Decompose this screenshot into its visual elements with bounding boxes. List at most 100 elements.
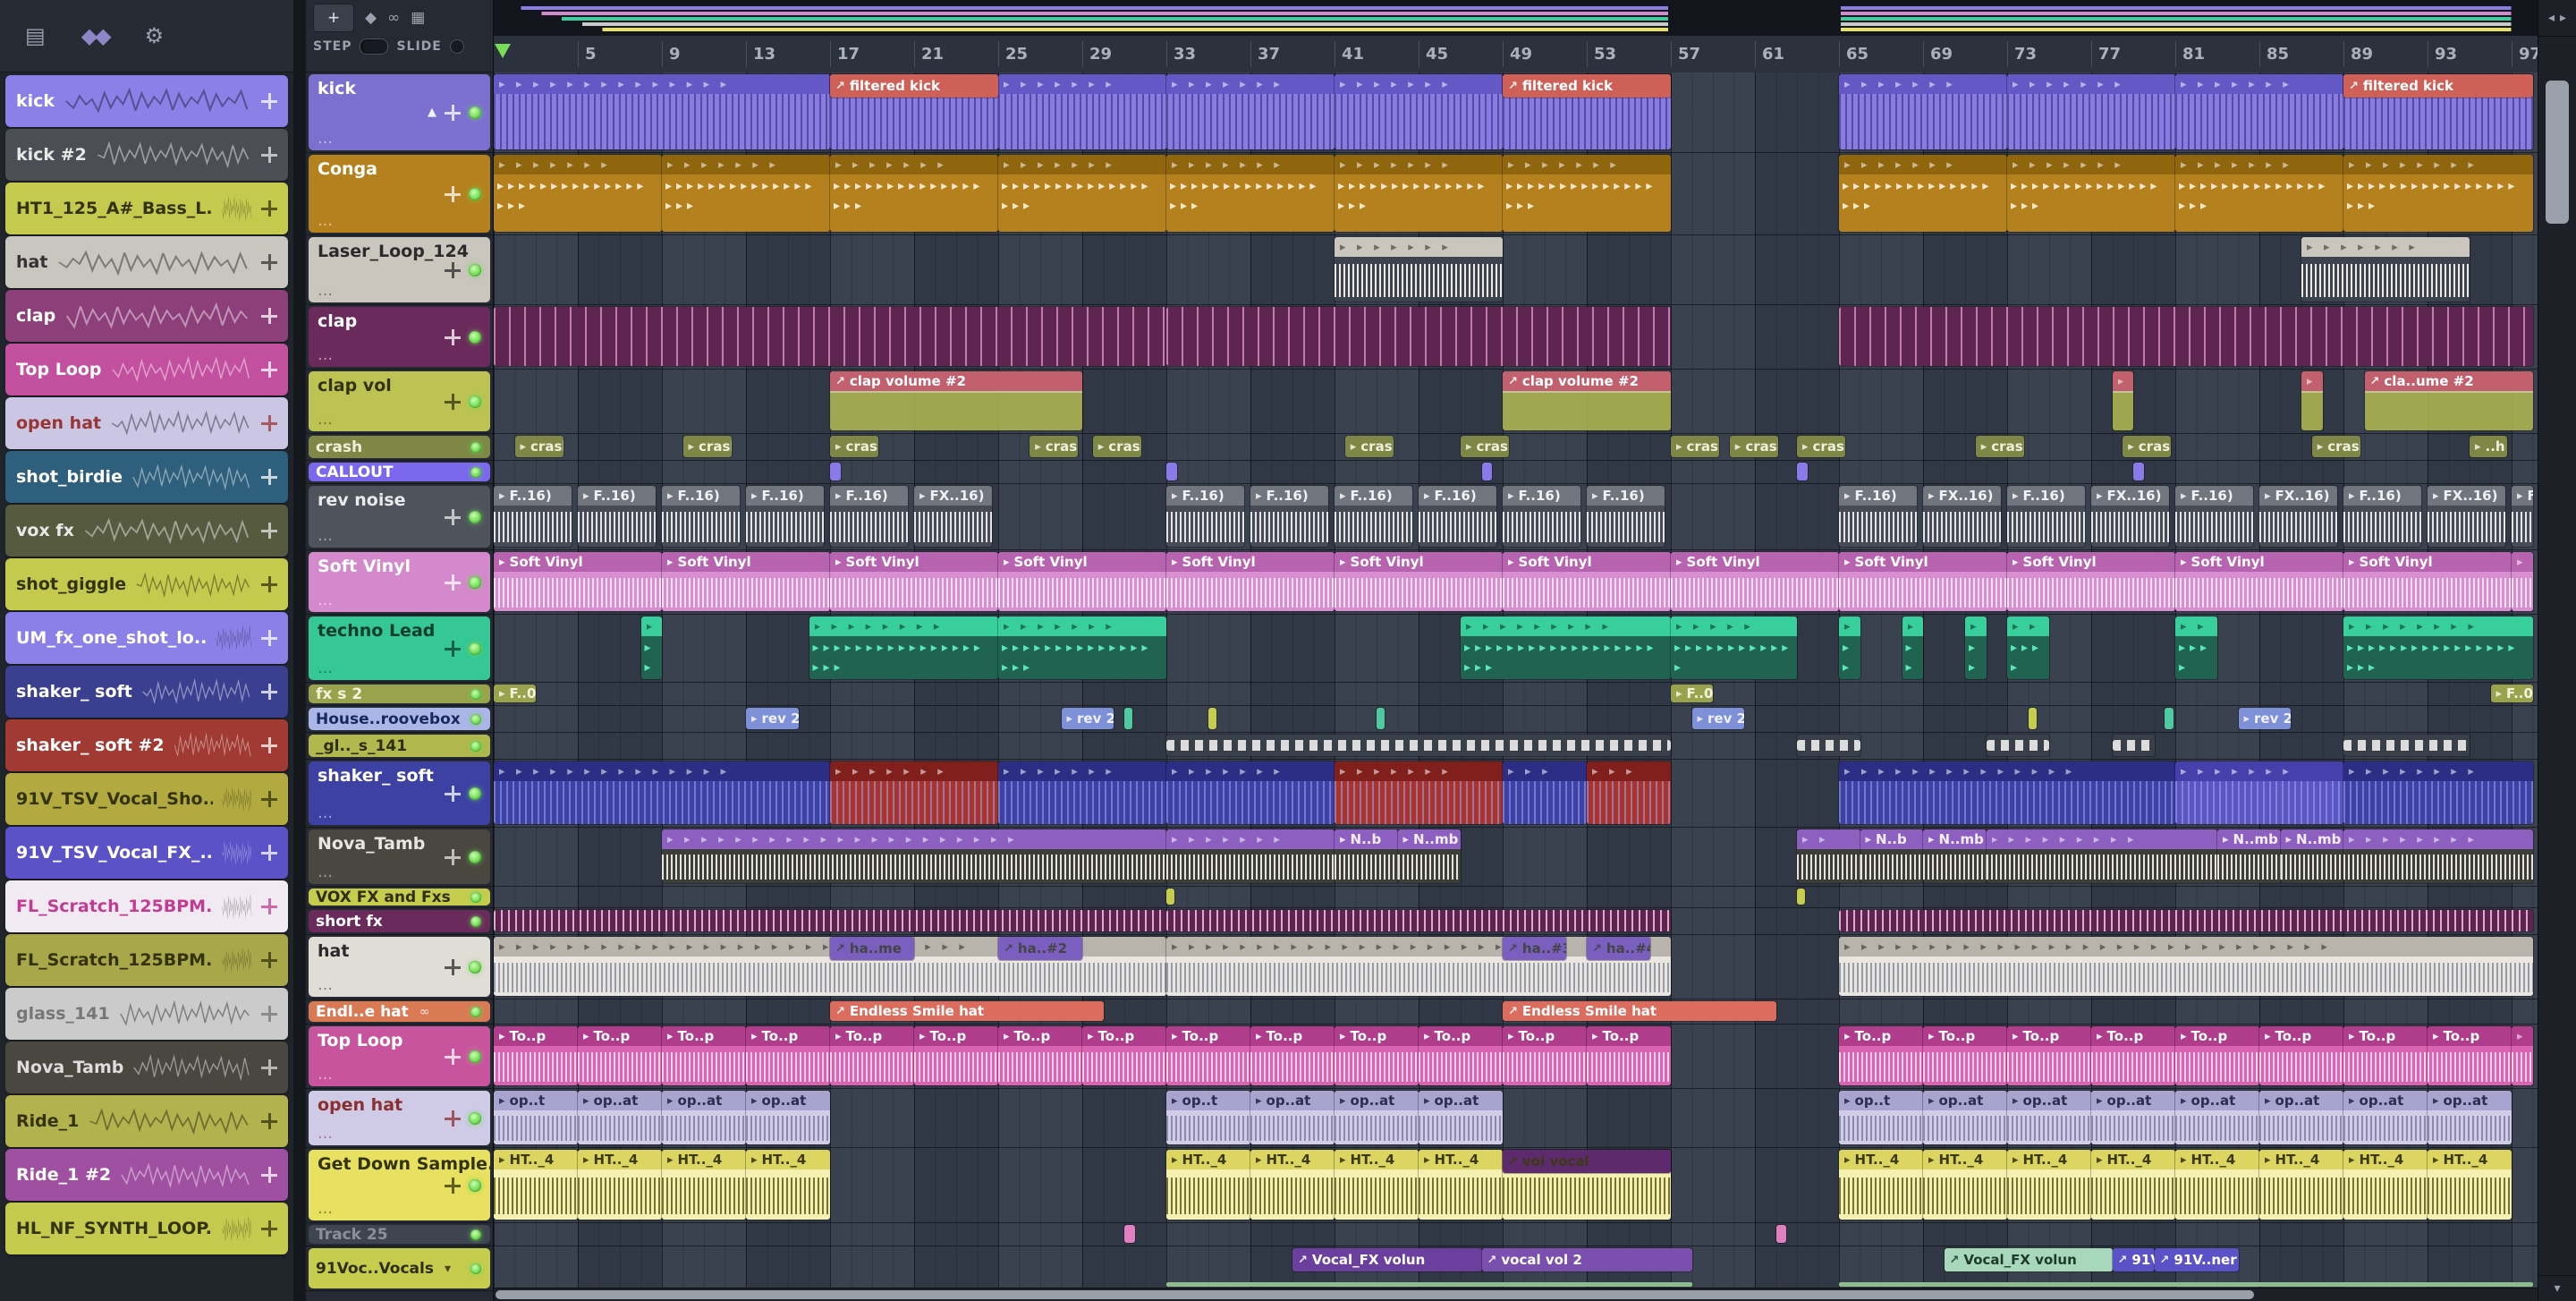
clip[interactable]: ▸ ▸ ▸ ▸ ▸ ▸ ▸ ▸▸▸▸▸▸▸▸▸▸▸▸▸▸▸▸▸	[998, 616, 1166, 679]
clip[interactable]: ▸ To..p	[2428, 1026, 2512, 1085]
track-header[interactable]: rev noise…	[306, 484, 493, 550]
mute-led[interactable]	[469, 330, 481, 344]
track-lane[interactable]: ▸ ▸ ▸ ▸ ▸ ▸ ▸ ▸ ▸ ▸ ▸ ▸ ▸ ▸ ▸ ▸ ▸ ▸ ▸ ▸ ▸…	[494, 760, 2538, 828]
clip[interactable]: ▸ op..at	[2259, 1091, 2343, 1144]
clip[interactable]: ▸ ..h	[2470, 436, 2508, 457]
clip[interactable]: ▸ ▸ ▸ ▸ ▸ ▸ ▸ ▸▸▸▸▸▸▸▸▸▸▸▸▸▸▸▸▸	[2007, 155, 2175, 232]
clip[interactable]: ▸FX..16)	[2091, 486, 2169, 547]
clip[interactable]: ▸ To..p	[2007, 1026, 2091, 1085]
mute-led[interactable]	[469, 106, 481, 119]
clip[interactable]: ▸ ▸ ▸▸	[1965, 616, 1987, 679]
clip[interactable]: ▸ rev 2	[2238, 708, 2292, 729]
clip[interactable]: ▸crash	[682, 436, 732, 457]
clip[interactable]: ▸ ▸ ▸ ▸ ▸ ▸ ▸ ▸▸▸▸▸▸▸▸▸▸▸▸▸▸▸▸▸	[998, 155, 1166, 232]
panel-icon[interactable]: ▦	[411, 9, 425, 27]
clip[interactable]: ▸ F..06)	[494, 685, 536, 702]
track-tag[interactable]: Get Down Sample..▾…	[309, 1150, 490, 1220]
scroll-down-icon[interactable]: ▾	[2554, 1281, 2560, 1296]
clip[interactable]: ▸ HT.._4	[1335, 1150, 1419, 1220]
clip[interactable]: ▸ HT.._4	[1419, 1150, 1503, 1220]
clip[interactable]	[1797, 463, 1808, 480]
clip[interactable]: ▸crash	[1797, 436, 1846, 457]
clip[interactable]	[2028, 708, 2037, 729]
pattern-item[interactable]: glass_141	[5, 988, 288, 1040]
clip[interactable]: ▸ Soft Vinyl	[1335, 552, 1503, 611]
clip[interactable]: ▸ ▸ ▸	[1503, 761, 1587, 824]
track-lane[interactable]: ▸ rev 2 ▸ rev 2 ▸ rev 2 ▸ rev 2	[494, 706, 2538, 733]
track-header[interactable]: Soft Vinyl…	[306, 550, 493, 615]
slide-toggle[interactable]	[449, 39, 464, 54]
clip[interactable]: ▸ op..at	[1923, 1091, 2007, 1144]
track-lane[interactable]: ↗ Vocal_FX volun ↗ vocal vol 2 ↗ Vocal_FX vol…	[494, 1246, 2538, 1288]
mute-led[interactable]	[470, 891, 481, 903]
track-tag[interactable]: Track 25	[309, 1225, 490, 1244]
clip[interactable]: ▸ To..p	[1250, 1026, 1335, 1085]
automation-clip[interactable]: ↗ Vocal_FX volun	[1944, 1248, 2113, 1271]
track-lane[interactable]	[494, 1223, 2538, 1246]
clip[interactable]: ▸ F..16)	[2007, 486, 2085, 547]
clip[interactable]: ▸ F..16)	[1503, 486, 1580, 547]
clip[interactable]	[1124, 1225, 1135, 1243]
clip[interactable]: ▸ HT.._4	[578, 1150, 662, 1220]
automation-clip[interactable]: ↗ha..#3	[1503, 937, 1566, 960]
track-header[interactable]: clap…	[306, 305, 493, 370]
clip[interactable]: ▸ To..p	[1166, 1026, 1250, 1085]
clip[interactable]: ▸crash	[514, 436, 564, 457]
clip[interactable]: ▸ Soft Vinyl	[2175, 552, 2343, 611]
clip[interactable]	[494, 307, 1166, 366]
track-header[interactable]: short fx	[306, 908, 493, 935]
track-tag[interactable]: hat…	[309, 937, 490, 997]
track-header[interactable]: clap vol…	[306, 370, 493, 434]
clip[interactable]: ▸ ▸ ▸	[1587, 761, 1671, 824]
clip[interactable]: ▸ N..mb	[1397, 829, 1461, 883]
clip[interactable]: ▸ ▸ ▸▸▸▸	[2007, 616, 2049, 679]
clip[interactable]	[1124, 708, 1133, 729]
clip[interactable]: ▸ ▸ ▸ ▸ ▸ ▸ ▸	[998, 761, 1166, 824]
track-lane[interactable]: ▸ ▸ ▸ ▸ ▸ ▸ ▸ ▸▸▸▸▸▸▸▸▸▸▸▸▸▸▸▸▸ ▸ ▸ ▸ ▸ ▸ …	[494, 153, 2538, 235]
mute-led[interactable]	[469, 787, 481, 800]
track-lane[interactable]: ▸ op..t ▸ op..at ▸ op..at ▸ op..at ▸ op..t ▸ op..at…	[494, 1089, 2538, 1148]
track-tag[interactable]: crash	[309, 436, 490, 458]
clip[interactable]: ▸ HT.._4	[1839, 1150, 1923, 1220]
clip[interactable]: ▸ ▸ ▸ ▸ ▸ ▸ ▸ ▸▸▸▸▸▸▸▸▸▸▸▸▸▸▸▸▸	[1166, 155, 1335, 232]
track-tag[interactable]: clap…	[309, 307, 490, 367]
link-icon[interactable]: ∞	[419, 1005, 430, 1019]
step-toggle[interactable]	[360, 38, 389, 55]
clip[interactable]	[1208, 708, 1217, 729]
track-lane[interactable]: ▸ ▸ ▸ ▸ ▸ ▸ ▸ ▸ ▸ ▸ ▸ ▸ ▸ ▸ ▸ ▸ ▸ ▸ ▸ ▸ …	[494, 828, 2538, 887]
automation-clip[interactable]: ↗ filtered kick	[830, 74, 998, 98]
automation-clip[interactable]	[1166, 1282, 1692, 1287]
clip[interactable]: ▸ To..p	[1082, 1026, 1166, 1085]
clip[interactable]: ▸ To..p	[1503, 1026, 1587, 1085]
track-tag[interactable]: techno Lead…	[309, 616, 490, 680]
clip[interactable]: ▸ To..p	[1839, 1026, 1923, 1085]
mute-led[interactable]	[470, 713, 481, 725]
clip[interactable]	[2133, 463, 2144, 480]
clip[interactable]: ▸ To..p	[2175, 1026, 2259, 1085]
clip[interactable]: ▸ F..16)	[1587, 486, 1665, 547]
pattern-item[interactable]: FL_Scratch_125BPM..	[5, 880, 288, 932]
track-header[interactable]: hat…	[306, 935, 493, 999]
clip[interactable]	[1166, 463, 1177, 480]
clip[interactable]: ▸ F..16)	[830, 486, 908, 547]
clip[interactable]: ▸ HT.._4	[1923, 1150, 2007, 1220]
automation-clip[interactable]: ↗ Endless Smile hat	[830, 1001, 1104, 1021]
track-tag[interactable]: Endl..e hat ∞	[309, 1001, 490, 1022]
clip[interactable]: ▸ ▸ ▸ ▸ ▸ ▸ ▸ ▸ ▸ ▸ ▸ ▸ ▸ ▸	[494, 761, 830, 824]
vertical-scrollbar[interactable]: ◂ ▸ ▾	[2538, 0, 2576, 1301]
clip[interactable]: ▸ ▸ ▸ ▸ ▸ ▸ ▸	[1839, 74, 2007, 149]
mute-led[interactable]	[470, 740, 481, 752]
clip[interactable]: ▸ Soft Vinyl	[998, 552, 1166, 611]
clip[interactable]: ▸ Soft Vinyl	[494, 552, 662, 611]
clip[interactable]: ▸ F..16)	[662, 486, 740, 547]
mute-led[interactable]	[470, 915, 481, 927]
clip[interactable]: ▸ ▸ ▸ ▸ ▸ ▸ ▸ ▸▸▸▸▸▸▸▸▸▸▸▸▸▸▸▸▸	[1503, 155, 1671, 232]
automation-clip[interactable]: ↗ cla..ume #2	[2364, 371, 2533, 430]
clip[interactable]: ▸ ▸ ▸ ▸ ▸ ▸ ▸ ▸ ▸ ▸▸▸▸▸▸▸▸▸▸▸▸▸▸▸▸▸▸▸▸▸	[1461, 616, 1671, 679]
clip[interactable]: ▸ HT.._4	[746, 1150, 830, 1220]
pattern-item[interactable]: open hat	[5, 397, 288, 449]
clip[interactable]: ▸ N..mb	[2217, 829, 2281, 883]
clip[interactable]: ▸crash	[1092, 436, 1141, 457]
clip[interactable]: ▸ HT.._4	[1250, 1150, 1335, 1220]
clip[interactable]: ▸ op..t	[494, 1091, 578, 1144]
